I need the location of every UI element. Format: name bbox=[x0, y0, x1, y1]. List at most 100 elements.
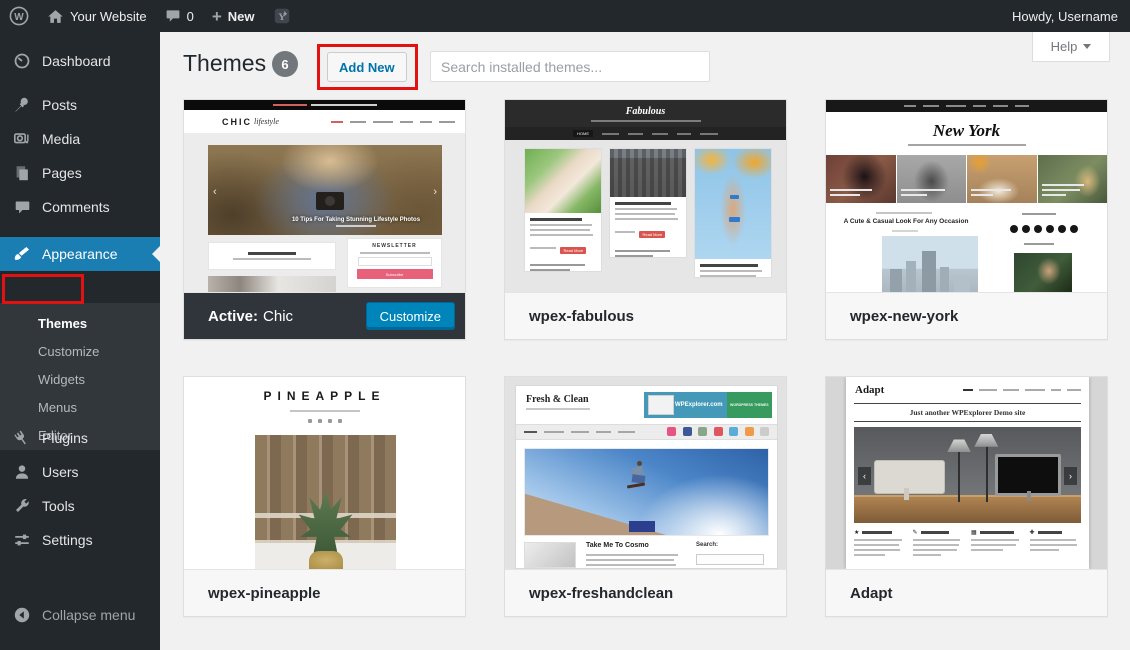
pages-icon bbox=[12, 163, 32, 183]
adapt-page: Adapt Just another WPExplorer Demo site bbox=[846, 377, 1089, 569]
comments-shortcut[interactable]: 0 bbox=[156, 0, 203, 32]
fresh-logo: Fresh & Clean bbox=[526, 394, 589, 405]
sidebar-item-plugins[interactable]: Plugins bbox=[0, 421, 160, 455]
newsletter-title: NEWSLETTER bbox=[372, 243, 416, 249]
theme-screenshot-freshandclean: Fresh & Clean WPExplorer.com WORDPRESS T… bbox=[505, 377, 786, 569]
theme-card-adapt[interactable]: Adapt Just another WPExplorer Demo site bbox=[825, 376, 1108, 617]
fresh-post-thumbnail bbox=[524, 542, 576, 568]
social-icon bbox=[745, 427, 754, 436]
wrench-icon bbox=[12, 496, 32, 516]
social-dot-icon bbox=[328, 419, 332, 423]
decorative-bar bbox=[913, 544, 959, 546]
decorative-bar bbox=[530, 264, 585, 266]
sidebar-item-media[interactable]: Media bbox=[0, 122, 160, 156]
yoast-seo-icon: Y bbox=[273, 7, 291, 25]
feature-header: ✚ bbox=[1030, 529, 1082, 536]
sidebar-item-tools[interactable]: Tools bbox=[0, 489, 160, 523]
theme-card-wpex-pineapple[interactable]: PINEAPPLE wpex-pineapple bbox=[183, 376, 466, 617]
sidebar-item-label: Settings bbox=[42, 532, 93, 548]
site-name: Your Website bbox=[70, 9, 147, 24]
decorative-bar bbox=[1042, 189, 1080, 191]
help-tab[interactable]: Help bbox=[1032, 32, 1110, 62]
decorative-bar bbox=[1067, 389, 1081, 391]
decorative-bar bbox=[1030, 549, 1060, 551]
feature-column: ★ bbox=[854, 529, 906, 556]
sidebar-item-label: Dashboard bbox=[42, 53, 111, 69]
decorative-bar bbox=[854, 554, 885, 556]
social-dot-icon bbox=[1058, 225, 1066, 233]
fabulous-nav-home: HOME bbox=[573, 130, 593, 137]
decorative-bar bbox=[615, 231, 635, 233]
social-dot-icon bbox=[338, 419, 342, 423]
decorative-bar bbox=[971, 549, 1003, 551]
submenu-item-customize[interactable]: Customize bbox=[0, 338, 160, 366]
sidebar-item-comments[interactable]: Comments bbox=[0, 190, 160, 224]
submenu-item-themes[interactable]: Themes bbox=[0, 310, 160, 338]
decorative-bar bbox=[830, 194, 860, 196]
decorative-bar bbox=[615, 218, 678, 220]
decorative-bar bbox=[963, 389, 973, 391]
decorative-shape bbox=[890, 269, 902, 292]
customize-button[interactable]: Customize bbox=[366, 302, 455, 330]
adapt-features: ★ ✎ ▦ bbox=[854, 529, 1081, 556]
monitor-white-shape bbox=[874, 460, 944, 495]
decorative-bar bbox=[901, 194, 927, 196]
sidebar-item-label: Tools bbox=[42, 498, 75, 514]
decorative-bar bbox=[373, 121, 393, 123]
decorative-bar bbox=[596, 431, 611, 433]
plus-icon: ✚ bbox=[1030, 529, 1035, 536]
fabulous-post-1: Read More bbox=[524, 148, 602, 272]
theme-card-wpex-new-york[interactable]: New York A Cute & Casual Look For Any Oc… bbox=[825, 99, 1108, 340]
chic-promo-bar bbox=[184, 100, 465, 110]
theme-card-chic[interactable]: CHIC lifestyle ‹ › 10 Tips For Taking St… bbox=[183, 99, 466, 340]
admin-bar: W Your Website 0 + New Y Howdy, Username bbox=[0, 0, 1130, 32]
sidebar-item-settings[interactable]: Settings bbox=[0, 523, 160, 557]
sidebar-item-appearance[interactable]: Appearance bbox=[0, 237, 160, 271]
adapt-tagline: Just another WPExplorer Demo site bbox=[846, 408, 1089, 417]
account-menu[interactable]: Howdy, Username bbox=[1012, 0, 1118, 32]
monitor-stand-shape bbox=[1027, 491, 1031, 501]
newyork-social-dots bbox=[1010, 225, 1078, 233]
chic-nav-links bbox=[331, 121, 455, 123]
divider bbox=[854, 421, 1081, 422]
theme-name: Chic bbox=[263, 308, 293, 325]
decorative-bar bbox=[248, 252, 296, 255]
sidebar-item-users[interactable]: Users bbox=[0, 455, 160, 489]
decorative-bar bbox=[544, 431, 564, 433]
yoast-menu[interactable]: Y bbox=[264, 0, 300, 32]
search-input[interactable] bbox=[430, 51, 710, 82]
decorative-shape bbox=[906, 261, 916, 292]
fresh-page: Fresh & Clean WPExplorer.com WORDPRESS T… bbox=[515, 385, 778, 569]
decorative-bar bbox=[586, 554, 678, 556]
sidebar-item-pages[interactable]: Pages bbox=[0, 156, 160, 190]
wordpress-menu[interactable]: W bbox=[0, 0, 38, 32]
tile-outdoor bbox=[1038, 155, 1108, 203]
site-link[interactable]: Your Website bbox=[38, 0, 156, 32]
wordpress-admin-screen: W Your Website 0 + New Y Howdy, Username bbox=[0, 0, 1130, 650]
pushpin-icon bbox=[12, 95, 32, 115]
decorative-bar bbox=[530, 229, 590, 231]
decorative-bar bbox=[892, 230, 918, 232]
theme-card-wpex-freshandclean[interactable]: Fresh & Clean WPExplorer.com WORDPRESS T… bbox=[504, 376, 787, 617]
submenu-item-widgets[interactable]: Widgets bbox=[0, 366, 160, 394]
read-more-chip: Read More bbox=[639, 231, 665, 238]
decorative-bar bbox=[439, 121, 455, 123]
theme-screenshot-pineapple: PINEAPPLE bbox=[184, 377, 465, 569]
decorative-bar bbox=[904, 105, 916, 107]
theme-card-wpex-fabulous[interactable]: Fabulous HOME Read More bbox=[504, 99, 787, 340]
sidebar-item-posts[interactable]: Posts bbox=[0, 88, 160, 122]
decorative-bar bbox=[524, 431, 537, 433]
sidebar-item-label: Appearance bbox=[42, 246, 118, 262]
sidebar-item-dashboard[interactable]: Dashboard bbox=[0, 44, 160, 78]
new-content-menu[interactable]: + New bbox=[203, 0, 264, 32]
banner-right: WORDPRESS THEMES bbox=[727, 392, 772, 418]
add-new-button[interactable]: Add New bbox=[327, 52, 407, 82]
active-label: Active: bbox=[208, 308, 258, 325]
decorative-bar bbox=[700, 264, 758, 267]
decorative-bar bbox=[350, 121, 366, 123]
collapse-menu-button[interactable]: Collapse menu bbox=[0, 598, 160, 632]
fabulous-post-2: Read More bbox=[609, 148, 687, 258]
sidebar-item-label: Pages bbox=[42, 165, 82, 181]
chic-hero-image: ‹ › 10 Tips For Taking Stunning Lifestyl… bbox=[208, 145, 442, 235]
submenu-item-menus[interactable]: Menus bbox=[0, 394, 160, 422]
